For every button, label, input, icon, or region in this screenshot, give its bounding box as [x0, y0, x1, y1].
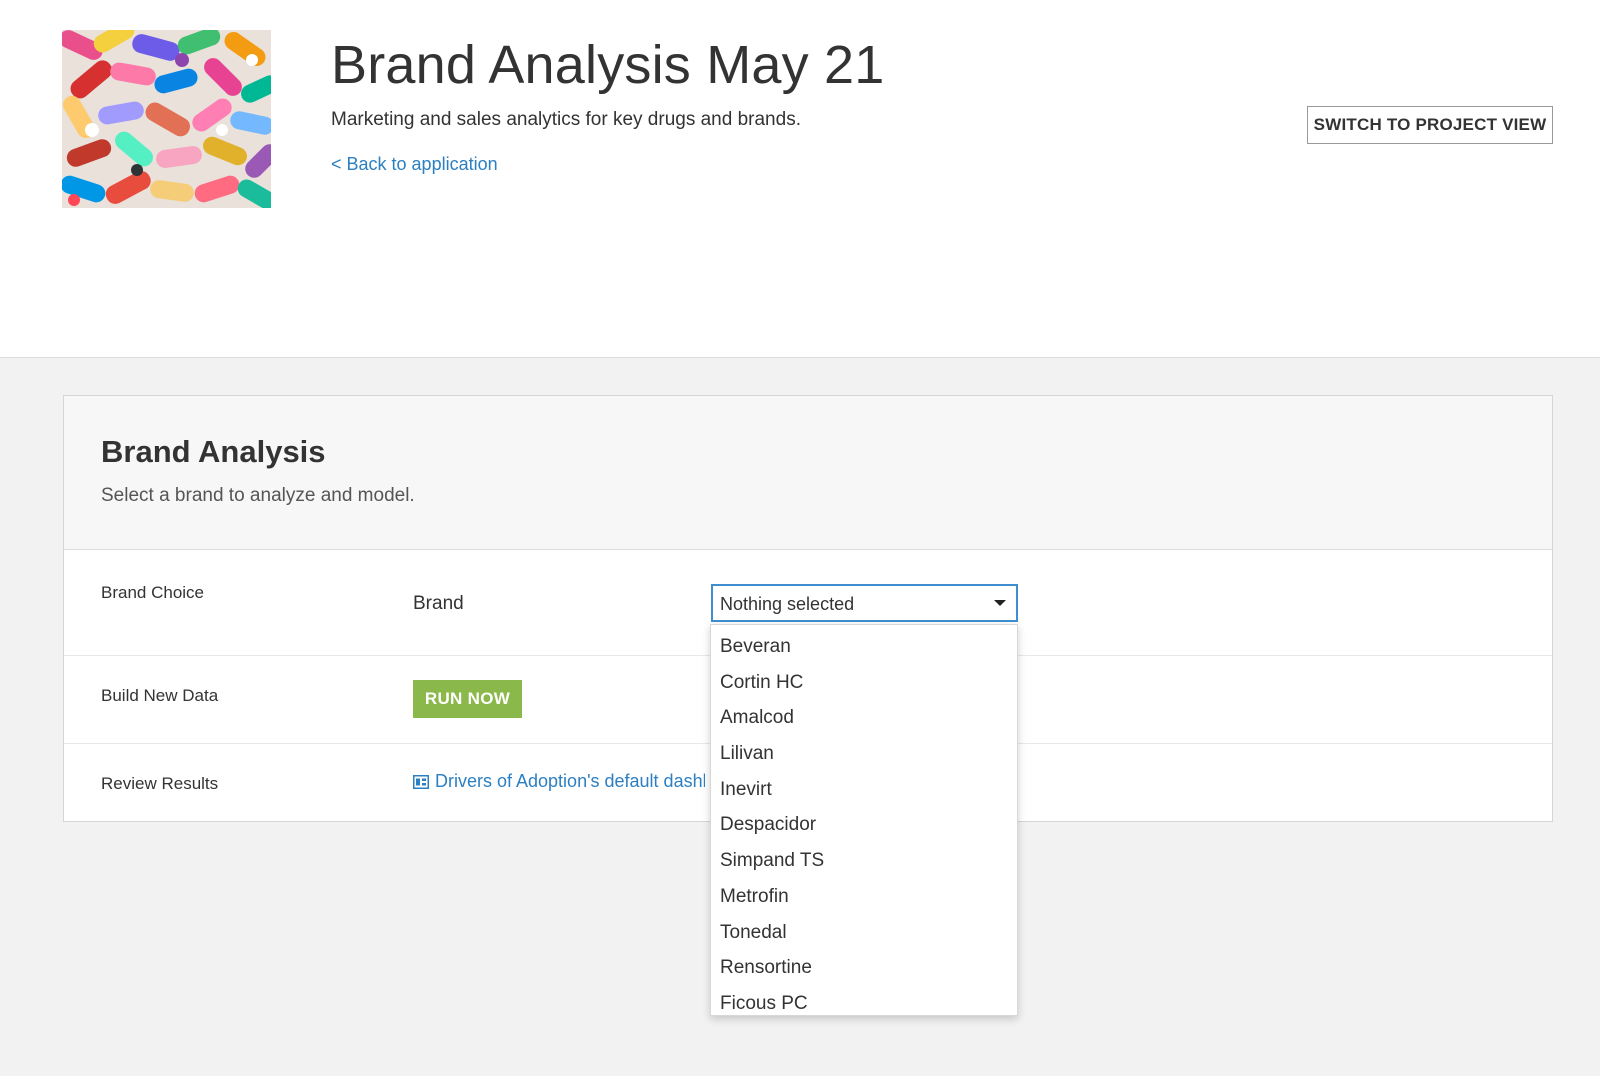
card-title: Brand Analysis	[101, 434, 326, 469]
dashboard-link-text: Drivers of Adoption's default dashboard	[435, 771, 705, 791]
back-to-application-link[interactable]: < Back to application	[331, 154, 498, 175]
dashboard-link[interactable]: Drivers of Adoption's default dashboard	[413, 771, 705, 792]
build-new-data-label: Build New Data	[101, 686, 219, 705]
review-results-label: Review Results	[101, 774, 219, 793]
page-title: Brand Analysis May 21	[331, 35, 885, 95]
dropdown-option[interactable]: Amalcod	[711, 700, 1017, 736]
project-thumbnail	[62, 30, 271, 208]
brand-field-label: Brand	[413, 593, 464, 614]
dropdown-option[interactable]: Cortin HC	[711, 665, 1017, 701]
run-now-button[interactable]: RUN NOW	[413, 680, 522, 718]
brand-choice-label: Brand Choice	[101, 583, 205, 602]
dropdown-option[interactable]: Despacidor	[711, 807, 1017, 843]
dropdown-option[interactable]: Beveran	[711, 629, 1017, 665]
dropdown-option[interactable]: Tonedal	[711, 915, 1017, 951]
dropdown-option[interactable]: Rensortine	[711, 950, 1017, 986]
brand-select-value: Nothing selected	[720, 594, 855, 614]
dropdown-option[interactable]: Metrofin	[711, 879, 1017, 915]
dashboard-icon	[413, 774, 429, 789]
pills-photo-icon	[62, 30, 271, 208]
brand-select[interactable]: Nothing selected	[711, 584, 1018, 622]
dropdown-option[interactable]: Ficous PC	[711, 986, 1017, 1022]
chevron-down-icon	[994, 600, 1006, 606]
page-header: Brand Analysis May 21 Marketing and sale…	[0, 0, 1600, 358]
page-subtitle: Marketing and sales analytics for key dr…	[331, 109, 801, 130]
card-header: Brand Analysis Select a brand to analyze…	[64, 396, 1552, 550]
switch-to-project-view-button[interactable]: SWITCH TO PROJECT VIEW	[1307, 106, 1553, 144]
dropdown-option[interactable]: Lilivan	[711, 736, 1017, 772]
dropdown-option[interactable]: Simpand TS	[711, 843, 1017, 879]
dropdown-option[interactable]: Inevirt	[711, 772, 1017, 808]
card-description: Select a brand to analyze and model.	[101, 485, 415, 506]
brand-dropdown-menu: Beveran Cortin HC Amalcod Lilivan Inevir…	[710, 624, 1018, 1016]
